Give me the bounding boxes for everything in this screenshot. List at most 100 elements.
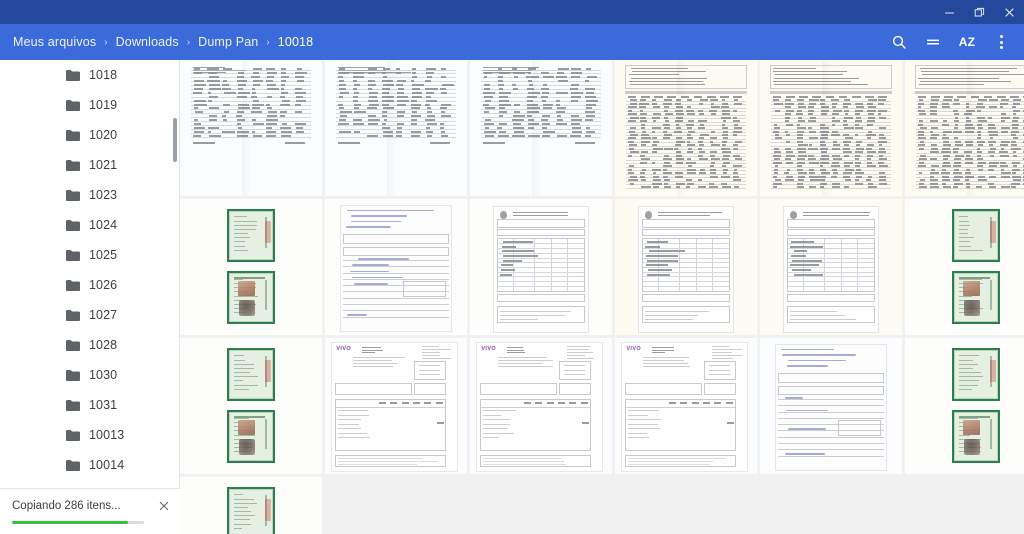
file-thumbnail[interactable]	[760, 60, 902, 196]
copy-status-text: Copiando 286 itens...	[12, 500, 156, 512]
sidebar-item-1019[interactable]: 1019	[0, 90, 179, 120]
grid-cell-empty	[325, 477, 467, 534]
sidebar-item-1023[interactable]: 1023	[0, 180, 179, 210]
folder-icon	[66, 130, 80, 141]
title-bar	[0, 0, 1024, 24]
file-thumbnail[interactable]: VIVO	[615, 338, 757, 474]
file-thumbnail[interactable]	[615, 60, 757, 196]
search-icon[interactable]	[882, 25, 916, 59]
file-thumbnail[interactable]	[470, 199, 612, 335]
sidebar-item-1020[interactable]: 1020	[0, 120, 179, 150]
file-thumbnail[interactable]: VIVO	[325, 338, 467, 474]
grid-cell-empty	[760, 477, 902, 534]
folder-icon	[66, 370, 80, 381]
sidebar-item-label: 1028	[89, 338, 117, 352]
sidebar-scrollbar[interactable]	[173, 118, 177, 162]
breadcrumb-item-1[interactable]: Downloads	[115, 33, 180, 51]
sidebar-item-label: 1023	[89, 188, 117, 202]
copy-progress-fill	[12, 521, 128, 524]
folder-icon	[66, 190, 80, 201]
sort-az-icon[interactable]: AZ	[950, 25, 984, 59]
app-body: 1018 1019 1020 1021 1023 1024 1025 1026 …	[0, 60, 1024, 534]
sidebar-item-1025[interactable]: 1025	[0, 240, 179, 270]
sidebar-item-10013[interactable]: 10013	[0, 420, 179, 450]
vivo-logo: VIVO	[336, 346, 351, 352]
folder-icon	[66, 400, 80, 411]
maximize-restore-button[interactable]	[964, 0, 994, 24]
more-menu-icon[interactable]	[984, 25, 1018, 59]
breadcrumb-separator: ›	[104, 37, 107, 48]
breadcrumb-item-3[interactable]: 10018	[277, 33, 315, 51]
file-thumbnail[interactable]	[905, 199, 1024, 335]
sidebar-item-1026[interactable]: 1026	[0, 270, 179, 300]
sidebar-item-label: 1027	[89, 308, 117, 322]
thumbnail-image	[180, 199, 322, 335]
folder-icon	[66, 70, 80, 81]
file-thumbnail[interactable]	[180, 477, 322, 534]
toolbar-actions: AZ	[882, 25, 1018, 59]
sidebar: 1018 1019 1020 1021 1023 1024 1025 1026 …	[0, 60, 180, 534]
thumbnail-image	[760, 338, 902, 474]
sidebar-item-label: 1024	[89, 218, 117, 232]
folder-icon	[66, 280, 80, 291]
thumbnail-image	[905, 199, 1024, 335]
thumbnail-image	[760, 60, 902, 196]
thumbnail-image	[905, 60, 1024, 196]
sidebar-item-1028[interactable]: 1028	[0, 330, 179, 360]
thumbnail-image: VIVO	[325, 338, 467, 474]
grid-cell-empty	[905, 477, 1024, 534]
file-thumbnail[interactable]	[760, 338, 902, 474]
close-button[interactable]	[994, 0, 1024, 24]
file-thumbnail[interactable]: VIVO	[470, 338, 612, 474]
grid-cell-empty	[470, 477, 612, 534]
sidebar-item-label: 10014	[89, 458, 124, 472]
sidebar-folder-list: 1018 1019 1020 1021 1023 1024 1025 1026 …	[0, 60, 179, 488]
file-thumbnail[interactable]	[180, 199, 322, 335]
file-grid-area[interactable]: VIVO VIVO VIVO	[180, 60, 1024, 534]
thumbnail-image	[180, 477, 322, 534]
more-menu-dots	[1000, 35, 1003, 49]
copy-progress-track	[12, 521, 144, 524]
sidebar-item-label: 1026	[89, 278, 117, 292]
thumbnail-image	[905, 338, 1024, 474]
breadcrumb: Meus arquivos › Downloads › Dump Pan › 1…	[12, 33, 882, 51]
close-icon[interactable]	[156, 498, 172, 514]
sidebar-item-1030[interactable]: 1030	[0, 360, 179, 390]
breadcrumb-item-2[interactable]: Dump Pan	[197, 33, 259, 51]
file-thumbnail[interactable]	[760, 199, 902, 335]
thumbnail-image	[325, 199, 467, 335]
breadcrumb-separator: ›	[266, 37, 269, 48]
sidebar-item-1027[interactable]: 1027	[0, 300, 179, 330]
thumbnail-image	[470, 60, 612, 196]
toolbar: Meus arquivos › Downloads › Dump Pan › 1…	[0, 24, 1024, 60]
sidebar-item-label: 1018	[89, 68, 117, 82]
file-thumbnail[interactable]	[470, 60, 612, 196]
file-thumbnail[interactable]	[325, 199, 467, 335]
sidebar-item-1021[interactable]: 1021	[0, 150, 179, 180]
file-thumbnail[interactable]	[905, 60, 1024, 196]
list-view-icon[interactable]	[916, 25, 950, 59]
sidebar-item-1031[interactable]: 1031	[0, 390, 179, 420]
file-thumbnail[interactable]	[325, 60, 467, 196]
sidebar-item-1024[interactable]: 1024	[0, 210, 179, 240]
sidebar-item-1018[interactable]: 1018	[0, 60, 179, 90]
grid-cell-empty	[615, 477, 757, 534]
sort-az-label: AZ	[959, 36, 976, 48]
thumbnail-image: VIVO	[470, 338, 612, 474]
folder-icon	[66, 310, 80, 321]
minimize-button[interactable]	[934, 0, 964, 24]
sidebar-item-10014[interactable]: 10014	[0, 450, 179, 480]
file-thumbnail-grid: VIVO VIVO VIVO	[180, 60, 1024, 534]
folder-icon	[66, 220, 80, 231]
file-thumbnail[interactable]	[180, 338, 322, 474]
thumbnail-image	[470, 199, 612, 335]
thumbnail-image: VIVO	[615, 338, 757, 474]
file-thumbnail[interactable]	[180, 60, 322, 196]
folder-icon	[66, 340, 80, 351]
sidebar-item-label: 10013	[89, 428, 124, 442]
breadcrumb-item-0[interactable]: Meus arquivos	[12, 33, 97, 51]
thumbnail-image	[325, 60, 467, 196]
file-thumbnail[interactable]	[905, 338, 1024, 474]
file-thumbnail[interactable]	[615, 199, 757, 335]
thumbnail-image	[760, 199, 902, 335]
